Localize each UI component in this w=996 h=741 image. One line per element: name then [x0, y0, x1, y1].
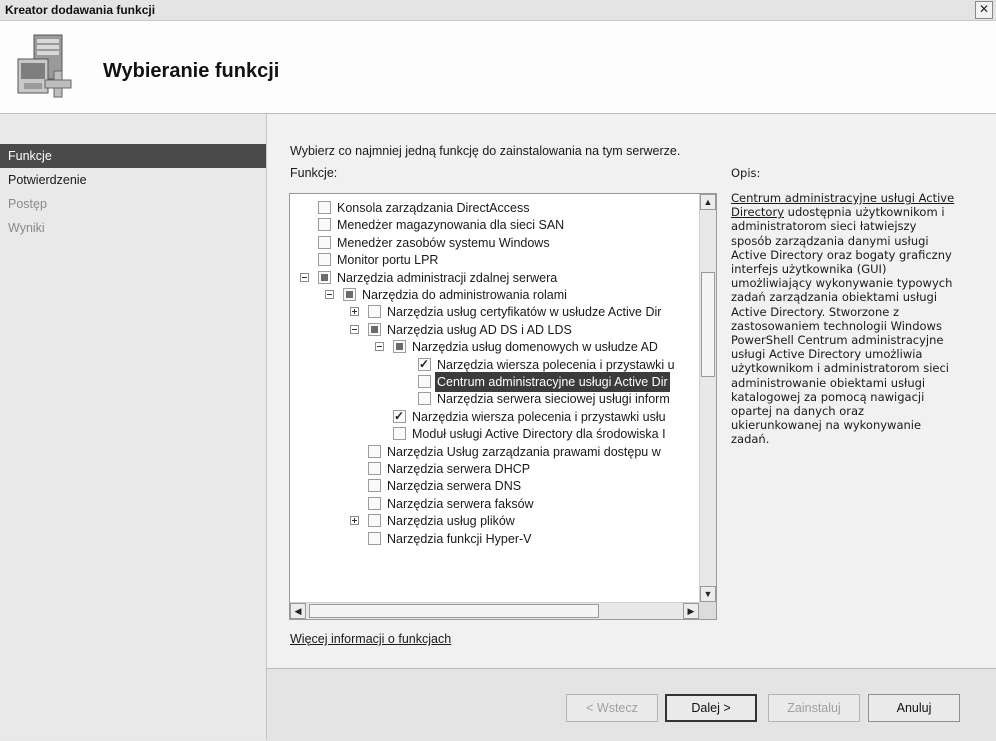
feature-checkbox[interactable] [368, 462, 381, 475]
feature-label[interactable]: Narzędzia funkcji Hyper-V [385, 529, 534, 549]
features-tree[interactable]: Konsola zarządzania DirectAccess Menedżer… [289, 193, 717, 620]
expand-icon[interactable] [350, 516, 359, 526]
feature-checkbox[interactable] [318, 235, 331, 249]
description-label: Opis: [731, 166, 761, 180]
feature-checkbox[interactable] [393, 427, 406, 441]
collapse-icon[interactable] [375, 342, 384, 352]
description-line: ukierunkowanej na wykonywanie [731, 418, 922, 433]
description-line: zadań. [731, 432, 770, 447]
feature-checkbox[interactable] [318, 270, 331, 284]
feature-checkbox[interactable] [368, 514, 381, 528]
expand-icon[interactable] [350, 307, 359, 317]
close-button[interactable]: ✕ [975, 1, 993, 19]
feature-checkbox[interactable] [418, 392, 431, 406]
vertical-scrollbar[interactable]: ▲ ▼ [699, 194, 716, 602]
feature-checkbox[interactable] [418, 355, 431, 373]
scroll-down-button[interactable]: ▼ [700, 586, 716, 602]
feature-checkbox[interactable] [368, 479, 381, 493]
feature-checkbox[interactable] [368, 305, 381, 319]
window-title: Kreator dodawania funkcji [5, 3, 156, 17]
scroll-corner [699, 602, 716, 619]
next-button[interactable]: Dalej > [665, 694, 757, 722]
description-line: użytkownikom i administratorom sieci [731, 361, 950, 376]
feature-checkbox[interactable] [368, 444, 381, 458]
description-line: umożliwiający wykonywanie typowych [731, 276, 953, 291]
feature-checkbox[interactable] [343, 288, 356, 301]
step-funkcje[interactable]: Funkcje [0, 144, 266, 168]
description-line: zadań zarządzania obiektami usługi [731, 290, 938, 305]
horizontal-scrollbar[interactable]: ◀ ▶ [290, 602, 699, 619]
tree-row[interactable]: Narzędzia funkcji Hyper-V [290, 529, 700, 549]
wizard-header: Wybieranie funkcji [0, 21, 996, 114]
feature-checkbox[interactable] [318, 253, 331, 267]
description-line: usługi Active Directory umożliwia [731, 347, 923, 362]
feature-checkbox[interactable] [318, 201, 331, 214]
description-body: udostępnia użytkownikom i administratorom… [731, 205, 952, 446]
main-panel: Wybierz co najmniej jedną funkcję do zai… [267, 114, 996, 668]
description-line: administratorom sieci łatwiejszy [731, 219, 917, 234]
feature-checkbox[interactable] [368, 496, 381, 510]
instruction-text: Wybierz co najmniej jedną funkcję do zai… [290, 144, 681, 158]
feature-checkbox[interactable] [318, 218, 331, 232]
scroll-up-button[interactable]: ▲ [700, 194, 716, 210]
collapse-icon[interactable] [300, 272, 309, 282]
description-line: sposób zarządzania danymi usługi [731, 233, 929, 248]
feature-checkbox[interactable] [393, 407, 406, 425]
vertical-scroll-thumb[interactable] [701, 272, 715, 377]
description-line: Active Directory. Stworzone z [731, 304, 900, 319]
title-bar: Kreator dodawania funkcji ✕ [0, 0, 996, 21]
description-line: udostępnia użytkownikom i [784, 205, 945, 220]
wizard-steps: Funkcje Potwierdzenie Postęp Wyniki [0, 114, 267, 740]
feature-checkbox[interactable] [418, 375, 431, 388]
back-button[interactable]: < Wstecz [566, 694, 658, 722]
description-line: PowerShell Centrum administracyjne [731, 333, 944, 348]
step-wyniki: Wyniki [8, 221, 45, 235]
install-button[interactable]: Zainstaluj [768, 694, 860, 722]
description-line: zastosowaniem technologii Windows [731, 318, 942, 333]
step-potwierdzenie[interactable]: Potwierdzenie [0, 168, 266, 192]
server-add-icon [17, 34, 72, 98]
feature-checkbox[interactable] [393, 340, 406, 354]
button-bar: < Wstecz Dalej > Zainstaluj Anuluj [267, 668, 996, 741]
description-line: administrowanie obiektami usługi [731, 375, 926, 390]
description-line: Active Directory oraz bogaty graficzny [731, 247, 952, 262]
scroll-left-button[interactable]: ◀ [290, 603, 306, 619]
collapse-icon[interactable] [350, 324, 359, 334]
description-text: Centrum administracyjne usługi Active Di… [731, 191, 986, 447]
horizontal-scroll-thumb[interactable] [309, 604, 599, 618]
collapse-icon[interactable] [325, 290, 334, 299]
step-postep: Postęp [8, 197, 47, 211]
description-line: katalogowej za pomocą nawigacji [731, 389, 925, 404]
more-info-link[interactable]: Więcej informacji o funkcjach [290, 632, 451, 646]
feature-checkbox[interactable] [368, 531, 381, 545]
scroll-right-button[interactable]: ▶ [683, 603, 699, 619]
features-label: Funkcje: [290, 166, 338, 180]
description-line: opartej na danych oraz [731, 404, 865, 419]
feature-checkbox[interactable] [368, 322, 381, 336]
cancel-button[interactable]: Anuluj [868, 694, 960, 722]
description-line: interfejs użytkownika (GUI) [731, 262, 887, 277]
page-title: Wybieranie funkcji [103, 60, 280, 82]
